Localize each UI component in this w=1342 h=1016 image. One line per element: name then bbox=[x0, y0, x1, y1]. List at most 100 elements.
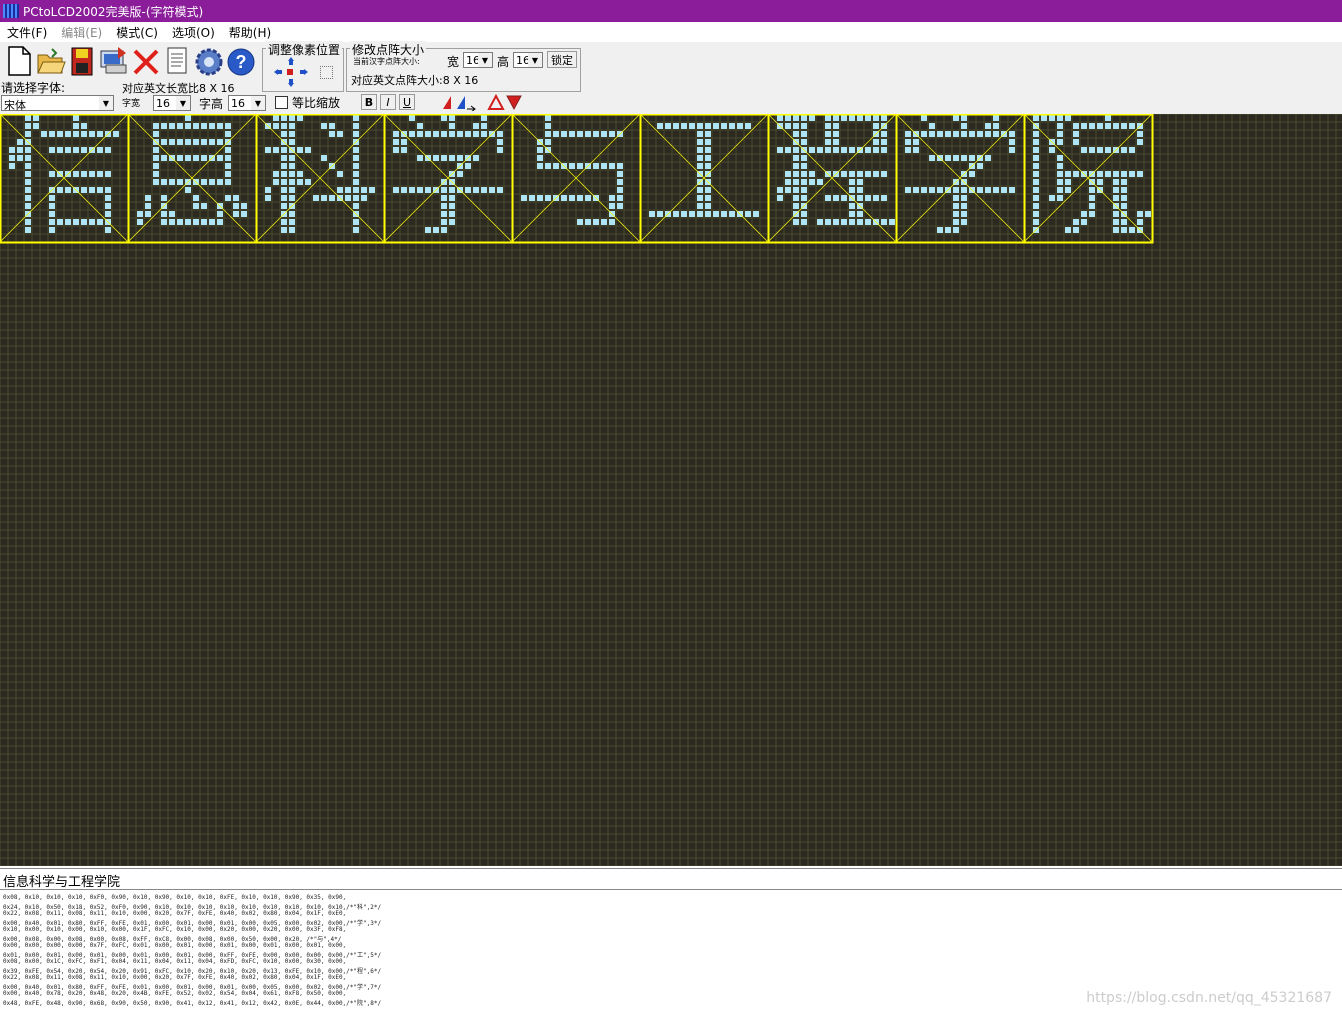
lit-pixel[interactable] bbox=[177, 179, 183, 185]
lit-pixel[interactable] bbox=[1073, 219, 1079, 225]
lit-pixel[interactable] bbox=[73, 171, 79, 177]
lit-pixel[interactable] bbox=[297, 171, 303, 177]
lit-pixel[interactable] bbox=[649, 211, 655, 217]
lit-pixel[interactable] bbox=[161, 219, 167, 225]
lit-pixel[interactable] bbox=[977, 131, 983, 137]
lit-pixel[interactable] bbox=[825, 115, 831, 121]
lit-pixel[interactable] bbox=[97, 171, 103, 177]
lit-pixel[interactable] bbox=[961, 219, 967, 225]
lit-pixel[interactable] bbox=[937, 227, 943, 233]
lit-pixel[interactable] bbox=[1113, 123, 1119, 129]
lit-pixel[interactable] bbox=[961, 155, 967, 161]
lit-pixel[interactable] bbox=[481, 123, 487, 129]
lit-pixel[interactable] bbox=[953, 211, 959, 217]
lit-pixel[interactable] bbox=[697, 211, 703, 217]
lit-pixel[interactable] bbox=[497, 147, 503, 153]
lit-pixel[interactable] bbox=[793, 123, 799, 129]
lit-pixel[interactable] bbox=[577, 195, 583, 201]
lit-pixel[interactable] bbox=[961, 131, 967, 137]
lit-pixel[interactable] bbox=[921, 187, 927, 193]
lit-pixel[interactable] bbox=[881, 219, 887, 225]
lit-pixel[interactable] bbox=[801, 115, 807, 121]
lit-pixel[interactable] bbox=[801, 123, 807, 129]
lit-pixel[interactable] bbox=[393, 187, 399, 193]
lit-pixel[interactable] bbox=[1081, 123, 1087, 129]
lit-pixel[interactable] bbox=[169, 139, 175, 145]
lit-pixel[interactable] bbox=[321, 155, 327, 161]
lit-pixel[interactable] bbox=[457, 171, 463, 177]
lit-pixel[interactable] bbox=[281, 163, 287, 169]
lit-pixel[interactable] bbox=[105, 227, 111, 233]
lit-pixel[interactable] bbox=[281, 147, 287, 153]
lit-pixel[interactable] bbox=[729, 211, 735, 217]
lit-pixel[interactable] bbox=[929, 187, 935, 193]
lit-pixel[interactable] bbox=[281, 187, 287, 193]
lit-pixel[interactable] bbox=[105, 147, 111, 153]
lit-pixel[interactable] bbox=[353, 155, 359, 161]
lit-pixel[interactable] bbox=[785, 187, 791, 193]
lit-pixel[interactable] bbox=[1137, 219, 1143, 225]
lit-pixel[interactable] bbox=[425, 227, 431, 233]
lit-pixel[interactable] bbox=[225, 195, 231, 201]
lit-pixel[interactable] bbox=[1009, 187, 1015, 193]
lit-pixel[interactable] bbox=[353, 123, 359, 129]
lit-pixel[interactable] bbox=[553, 131, 559, 137]
lit-pixel[interactable] bbox=[17, 147, 23, 153]
lit-pixel[interactable] bbox=[1137, 171, 1143, 177]
lit-pixel[interactable] bbox=[793, 203, 799, 209]
lit-pixel[interactable] bbox=[697, 195, 703, 201]
lit-pixel[interactable] bbox=[905, 131, 911, 137]
lit-pixel[interactable] bbox=[705, 139, 711, 145]
lit-pixel[interactable] bbox=[81, 219, 87, 225]
lit-pixel[interactable] bbox=[849, 179, 855, 185]
lit-pixel[interactable] bbox=[593, 163, 599, 169]
lit-pixel[interactable] bbox=[609, 131, 615, 137]
lit-pixel[interactable] bbox=[161, 123, 167, 129]
lit-pixel[interactable] bbox=[337, 131, 343, 137]
lit-pixel[interactable] bbox=[1057, 171, 1063, 177]
lit-pixel[interactable] bbox=[1049, 147, 1055, 153]
lit-pixel[interactable] bbox=[201, 139, 207, 145]
lit-pixel[interactable] bbox=[297, 147, 303, 153]
lit-pixel[interactable] bbox=[73, 131, 79, 137]
lit-pixel[interactable] bbox=[681, 123, 687, 129]
lit-pixel[interactable] bbox=[889, 219, 895, 225]
lit-pixel[interactable] bbox=[1105, 123, 1111, 129]
lit-pixel[interactable] bbox=[705, 131, 711, 137]
lit-pixel[interactable] bbox=[849, 171, 855, 177]
lit-pixel[interactable] bbox=[209, 123, 215, 129]
lit-pixel[interactable] bbox=[705, 155, 711, 161]
lit-pixel[interactable] bbox=[57, 131, 63, 137]
lit-pixel[interactable] bbox=[569, 195, 575, 201]
lit-pixel[interactable] bbox=[953, 131, 959, 137]
lit-pixel[interactable] bbox=[1129, 171, 1135, 177]
lit-pixel[interactable] bbox=[601, 163, 607, 169]
text-input[interactable]: 信息科学与工程学院 bbox=[0, 868, 1342, 890]
lit-pixel[interactable] bbox=[57, 187, 63, 193]
lit-pixel[interactable] bbox=[473, 155, 479, 161]
lit-pixel[interactable] bbox=[81, 147, 87, 153]
lit-pixel[interactable] bbox=[73, 115, 79, 121]
lit-pixel[interactable] bbox=[697, 163, 703, 169]
lit-pixel[interactable] bbox=[1065, 227, 1071, 233]
generate-code-icon[interactable] bbox=[98, 45, 128, 77]
lit-pixel[interactable] bbox=[353, 115, 359, 121]
lit-pixel[interactable] bbox=[265, 147, 271, 153]
lit-pixel[interactable] bbox=[353, 219, 359, 225]
lit-pixel[interactable] bbox=[793, 131, 799, 137]
lit-pixel[interactable] bbox=[537, 155, 543, 161]
lit-pixel[interactable] bbox=[1033, 147, 1039, 153]
lit-pixel[interactable] bbox=[793, 219, 799, 225]
chevron-down-icon[interactable]: ▼ bbox=[528, 53, 542, 67]
menu-file[interactable]: 文件(F) bbox=[0, 24, 54, 41]
lit-pixel[interactable] bbox=[193, 219, 199, 225]
lit-pixel[interactable] bbox=[1089, 147, 1095, 153]
lit-pixel[interactable] bbox=[697, 155, 703, 161]
lit-pixel[interactable] bbox=[337, 187, 343, 193]
lit-pixel[interactable] bbox=[153, 147, 159, 153]
lit-pixel[interactable] bbox=[753, 211, 759, 217]
lit-pixel[interactable] bbox=[873, 139, 879, 145]
lit-pixel[interactable] bbox=[1089, 123, 1095, 129]
lit-pixel[interactable] bbox=[217, 139, 223, 145]
open-folder-icon[interactable] bbox=[36, 45, 66, 77]
